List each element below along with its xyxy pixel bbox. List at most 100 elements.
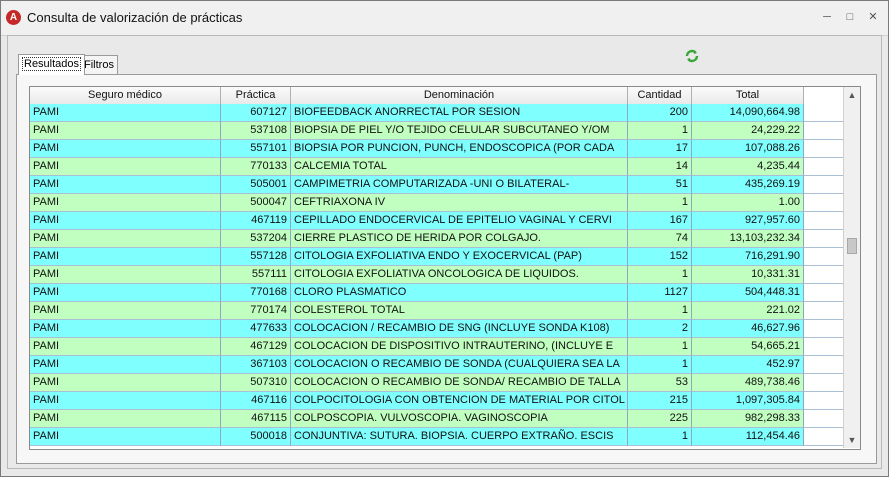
col-header-filler (804, 87, 843, 104)
cell-filler (804, 302, 843, 320)
cell-practica: 467115 (221, 410, 291, 428)
cell-filler (804, 194, 843, 212)
cell-cantidad: 1127 (628, 284, 692, 302)
table-row[interactable]: PAMI 557101 BIOPSIA POR PUNCION, PUNCH, EN… (30, 140, 843, 158)
cell-cantidad: 200 (628, 104, 692, 122)
table-row[interactable]: PAMI 537204 CIERRE PLASTICO DE HERIDA POR … (30, 230, 843, 248)
cell-practica: 467129 (221, 338, 291, 356)
table-row[interactable]: PAMI 770174 COLESTEROL TOTAL 1 221.02 (30, 302, 843, 320)
cell-total: 504,448.31 (692, 284, 804, 302)
cell-seguro: PAMI (30, 392, 221, 410)
cell-denominacion: CIERRE PLASTICO DE HERIDA POR COLGAJO. (291, 230, 628, 248)
table-row[interactable]: PAMI 367103 COLOCACION O RECAMBIO DE SONDA… (30, 356, 843, 374)
cell-practica: 607127 (221, 104, 291, 122)
cell-denominacion: BIOPSIA DE PIEL Y/O TEJIDO CELULAR SUBCU… (291, 122, 628, 140)
cell-practica: 770133 (221, 158, 291, 176)
cell-denominacion: CEFTRIAXONA IV (291, 194, 628, 212)
cell-seguro: PAMI (30, 212, 221, 230)
cell-practica: 537204 (221, 230, 291, 248)
table-row[interactable]: PAMI 505001 CAMPIMETRIA COMPUTARIZADA -UNI… (30, 176, 843, 194)
cell-total: 716,291.90 (692, 248, 804, 266)
tab-resultados-label: Resultados (22, 57, 82, 71)
cell-denominacion: COLOCACION DE DISPOSITIVO INTRAUTERINO, … (291, 338, 628, 356)
cell-cantidad: 167 (628, 212, 692, 230)
cell-seguro: PAMI (30, 122, 221, 140)
col-header-seguro[interactable]: Seguro médico (30, 87, 221, 104)
cell-filler (804, 230, 843, 248)
table-row[interactable]: PAMI 500047 CEFTRIAXONA IV 1 1.00 (30, 194, 843, 212)
cell-seguro: PAMI (30, 320, 221, 338)
table-row[interactable]: PAMI 557111 CITOLOGIA EXFOLIATIVA ONCOLOGI… (30, 266, 843, 284)
cell-practica: 367103 (221, 356, 291, 374)
cell-cantidad: 1 (628, 356, 692, 374)
cell-seguro: PAMI (30, 176, 221, 194)
cell-filler (804, 176, 843, 194)
cell-practica: 500047 (221, 194, 291, 212)
cell-seguro: PAMI (30, 230, 221, 248)
close-icon[interactable]: ✕ (866, 10, 880, 24)
cell-seguro: PAMI (30, 266, 221, 284)
cell-total: 221.02 (692, 302, 804, 320)
cell-total: 54,665.21 (692, 338, 804, 356)
tab-filtros-label: Filtros (84, 59, 114, 71)
cell-filler (804, 140, 843, 158)
cell-seguro: PAMI (30, 194, 221, 212)
cell-total: 435,269.19 (692, 176, 804, 194)
table-row[interactable]: PAMI 467115 COLPOSCOPIA. VULVOSCOPIA. VAGI… (30, 410, 843, 428)
cell-cantidad: 1 (628, 122, 692, 140)
table-row[interactable]: PAMI 477633 COLOCACION / RECAMBIO DE SNG (… (30, 320, 843, 338)
cell-seguro: PAMI (30, 338, 221, 356)
grid-header: Seguro médico Práctica Denominación Cant… (30, 87, 843, 105)
scroll-up-icon[interactable]: ▲ (844, 87, 860, 103)
cell-denominacion: COLOCACION O RECAMBIO DE SONDA/ RECAMBIO… (291, 374, 628, 392)
cell-filler (804, 266, 843, 284)
refresh-icon[interactable] (684, 48, 700, 64)
cell-denominacion: CITOLOGIA EXFOLIATIVA ONCOLOGICA DE LIQU… (291, 266, 628, 284)
scroll-down-icon[interactable]: ▼ (844, 432, 860, 448)
cell-denominacion: CALCEMIA TOTAL (291, 158, 628, 176)
col-header-cantidad[interactable]: Cantidad (628, 87, 692, 104)
cell-seguro: PAMI (30, 284, 221, 302)
cell-total: 13,103,232.34 (692, 230, 804, 248)
scroll-thumb[interactable] (847, 238, 857, 254)
vertical-scrollbar[interactable]: ▲ ▼ (843, 87, 860, 448)
tab-resultados[interactable]: Resultados (18, 54, 86, 75)
cell-cantidad: 152 (628, 248, 692, 266)
cell-filler (804, 410, 843, 428)
content-area: Resultados Filtros Seguro médico Práctic… (7, 35, 882, 469)
cell-practica: 557111 (221, 266, 291, 284)
cell-filler (804, 392, 843, 410)
tab-filtros[interactable]: Filtros (80, 55, 118, 75)
cell-denominacion: COLOCACION / RECAMBIO DE SNG (INCLUYE SO… (291, 320, 628, 338)
minimize-icon[interactable]: ─ (820, 10, 834, 24)
cell-total: 982,298.33 (692, 410, 804, 428)
maximize-icon[interactable]: □ (843, 10, 857, 24)
results-grid: Seguro médico Práctica Denominación Cant… (29, 86, 861, 450)
cell-practica: 467119 (221, 212, 291, 230)
cell-seguro: PAMI (30, 158, 221, 176)
table-row[interactable]: PAMI 467119 CEPILLADO ENDOCERVICAL DE EPIT… (30, 212, 843, 230)
table-row[interactable]: PAMI 537108 BIOPSIA DE PIEL Y/O TEJIDO CEL… (30, 122, 843, 140)
table-row[interactable]: PAMI 467116 COLPOCITOLOGIA CON OBTENCION D… (30, 392, 843, 410)
cell-cantidad: 51 (628, 176, 692, 194)
cell-denominacion: COLOCACION O RECAMBIO DE SONDA (CUALQUIE… (291, 356, 628, 374)
table-row[interactable]: PAMI 607127 BIOFEEDBACK ANORRECTAL POR SES… (30, 104, 843, 122)
col-header-total[interactable]: Total (692, 87, 804, 104)
col-header-denominacion[interactable]: Denominación (291, 87, 628, 104)
cell-filler (804, 122, 843, 140)
cell-practica: 537108 (221, 122, 291, 140)
cell-cantidad: 17 (628, 140, 692, 158)
table-row[interactable]: PAMI 500018 CONJUNTIVA: SUTURA. BIOPSIA. C… (30, 428, 843, 446)
cell-practica: 477633 (221, 320, 291, 338)
table-row[interactable]: PAMI 770133 CALCEMIA TOTAL 14 4,235.44 (30, 158, 843, 176)
table-row[interactable]: PAMI 507310 COLOCACION O RECAMBIO DE SONDA… (30, 374, 843, 392)
cell-denominacion: CEPILLADO ENDOCERVICAL DE EPITELIO VAGIN… (291, 212, 628, 230)
table-row[interactable]: PAMI 770168 CLORO PLASMATICO 1127 504,448.31 (30, 284, 843, 302)
cell-total: 1.00 (692, 194, 804, 212)
col-header-practica[interactable]: Práctica (221, 87, 291, 104)
table-row[interactable]: PAMI 467129 COLOCACION DE DISPOSITIVO INTR… (30, 338, 843, 356)
cell-total: 1,097,305.84 (692, 392, 804, 410)
table-row[interactable]: PAMI 557128 CITOLOGIA EXFOLIATIVA ENDO Y E… (30, 248, 843, 266)
cell-practica: 557128 (221, 248, 291, 266)
cell-cantidad: 1 (628, 266, 692, 284)
